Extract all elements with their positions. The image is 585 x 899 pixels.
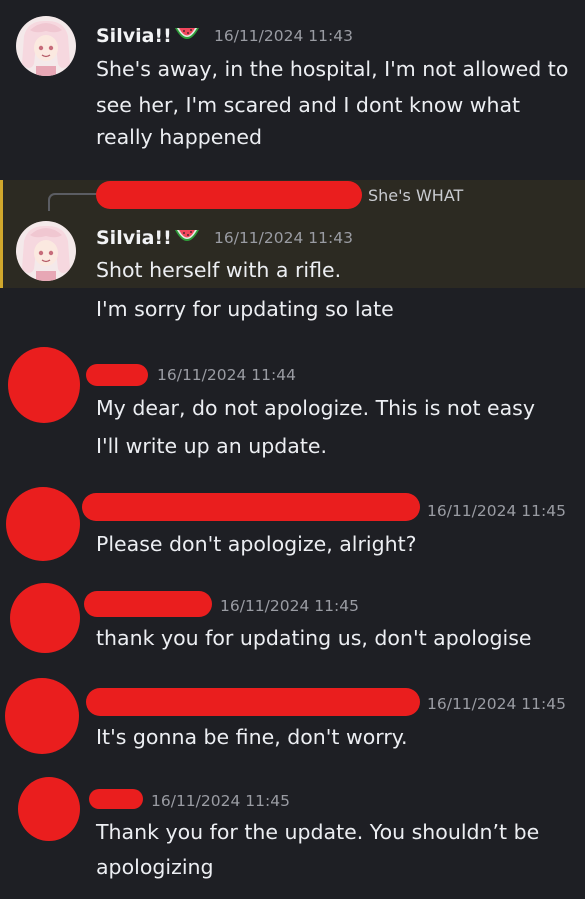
- message-timestamp: 16/11/2024 11:44: [157, 366, 296, 384]
- redacted-author-name: [84, 591, 212, 617]
- message-line: It's gonna be fine, don't worry.: [96, 725, 408, 749]
- redacted-avatar: [8, 347, 80, 423]
- message-line: My dear, do not apologize. This is not e…: [96, 396, 535, 420]
- message-line: Shot herself with a rifle.: [96, 258, 342, 282]
- redacted-avatar: [10, 583, 80, 653]
- message-line: see her, I'm scared and I dont know what: [96, 93, 521, 117]
- message-timestamp: 16/11/2024 11:43: [214, 27, 353, 45]
- message-timestamp: 16/11/2024 11:43: [214, 229, 353, 247]
- avatar[interactable]: [16, 221, 76, 281]
- redacted-avatar: [5, 678, 79, 754]
- message-line: Please don't apologize, alright?: [96, 532, 417, 556]
- reply-connector-line: [48, 193, 98, 211]
- watermelon-icon: [174, 228, 200, 244]
- redacted-author-name: [86, 688, 420, 716]
- redacted-author-name: [89, 789, 143, 809]
- redacted-author-name: [86, 364, 148, 386]
- redacted-author-name: [82, 493, 420, 521]
- message-line: I'm sorry for updating so late: [96, 297, 394, 321]
- message-timestamp: 16/11/2024 11:45: [427, 502, 566, 520]
- redacted-avatar: [6, 487, 80, 561]
- message-line: She's away, in the hospital, I'm not all…: [96, 57, 569, 81]
- message-timestamp: 16/11/2024 11:45: [151, 792, 290, 810]
- watermelon-icon: [174, 26, 200, 42]
- avatar-image: [16, 221, 76, 281]
- redacted-avatar: [18, 777, 80, 841]
- mention-accent-bar: [0, 180, 3, 288]
- redacted-reply-author: [96, 181, 362, 209]
- message-line: thank you for updating us, don't apologi…: [96, 626, 532, 650]
- message-timestamp: 16/11/2024 11:45: [220, 597, 359, 615]
- message-line: apologizing: [96, 855, 214, 879]
- message-line: really happened: [96, 125, 263, 149]
- message-timestamp: 16/11/2024 11:45: [427, 695, 566, 713]
- author-name[interactable]: Silvia!!: [96, 25, 172, 47]
- author-name[interactable]: Silvia!!: [96, 227, 172, 249]
- avatar[interactable]: [16, 16, 76, 76]
- message-line: I'll write up an update.: [96, 434, 327, 458]
- avatar-image: [16, 16, 76, 76]
- message-line: Thank you for the update. You shouldn’t …: [96, 820, 540, 844]
- reply-preview-text[interactable]: She's WHAT: [368, 186, 463, 205]
